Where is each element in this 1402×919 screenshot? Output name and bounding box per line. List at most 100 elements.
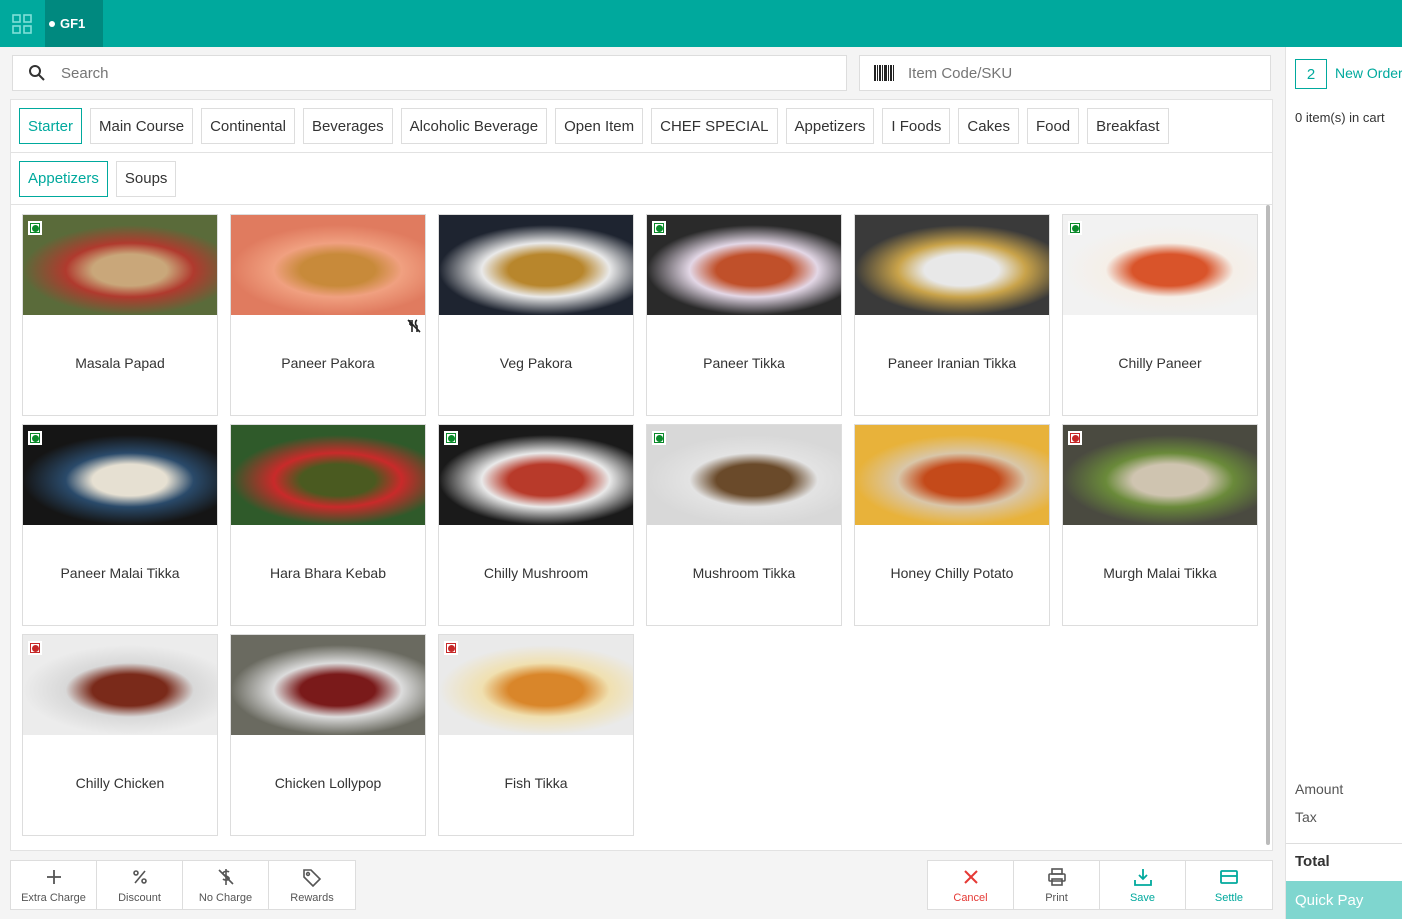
item-image xyxy=(231,215,425,315)
percent-icon xyxy=(130,867,150,887)
veg-indicator-icon xyxy=(652,221,666,235)
item-name: Mushroom Tikka xyxy=(692,565,796,581)
item-card-paneer-tikka[interactable]: Paneer Tikka xyxy=(646,214,842,416)
rewards-button[interactable]: Rewards xyxy=(269,861,355,909)
category-tab-chef-special[interactable]: CHEF SPECIAL xyxy=(651,108,778,144)
item-image xyxy=(439,635,633,735)
search-input[interactable] xyxy=(61,64,846,82)
button-label: Cancel xyxy=(953,891,988,904)
subcategory-tab-appetizers[interactable]: Appetizers xyxy=(19,160,108,197)
item-card-chilly-chicken[interactable]: Chilly Chicken xyxy=(22,634,218,836)
amount-label: Amount xyxy=(1295,781,1344,797)
sku-box[interactable] xyxy=(859,55,1271,91)
print-button[interactable]: Print xyxy=(1014,861,1100,909)
category-tab-alcoholic-beverage[interactable]: Alcoholic Beverage xyxy=(400,108,548,144)
item-image xyxy=(1063,425,1257,525)
item-card-hara-bhara-kebab[interactable]: Hara Bhara Kebab xyxy=(230,424,426,626)
button-label: Settle xyxy=(1214,891,1244,904)
items-area: Masala Papad Paneer Pakora Veg Pakora Panee… xyxy=(10,205,1273,851)
cancel-button[interactable]: Cancel xyxy=(928,861,1014,909)
item-card-chicken-lollypop[interactable]: Chicken Lollypop xyxy=(230,634,426,836)
cart-count: 0 item(s) in cart xyxy=(1295,110,1385,125)
item-image xyxy=(439,215,633,315)
item-card-fish-tikka[interactable]: Fish Tikka xyxy=(438,634,634,836)
discount-button[interactable]: Discount xyxy=(97,861,183,909)
category-tab-beverages[interactable]: Beverages xyxy=(302,108,393,144)
category-tab-i-foods[interactable]: I Foods xyxy=(882,108,951,144)
category-tab-appetizers[interactable]: Appetizers xyxy=(785,108,875,144)
total-label: Total xyxy=(1295,853,1330,870)
item-card-paneer-iranian-tikka[interactable]: Paneer Iranian Tikka xyxy=(854,214,1050,416)
item-image xyxy=(23,635,217,735)
item-name: Honey Chilly Potato xyxy=(890,565,1014,581)
barcode-icon xyxy=(860,64,908,82)
item-card-masala-papad[interactable]: Masala Papad xyxy=(22,214,218,416)
item-name: Chilly Mushroom xyxy=(483,565,589,581)
item-image xyxy=(647,425,841,525)
veg-indicator-icon xyxy=(28,221,42,235)
search-box[interactable] xyxy=(12,55,847,91)
tag-icon xyxy=(302,867,322,887)
search-icon xyxy=(13,64,61,82)
button-label: Extra Charge xyxy=(21,891,86,904)
item-image xyxy=(439,425,633,525)
item-image xyxy=(855,215,1049,315)
no-charge-button[interactable]: No Charge xyxy=(183,861,269,909)
item-image xyxy=(1063,215,1257,315)
item-name: Hara Bhara Kebab xyxy=(270,565,386,581)
category-tab-starter[interactable]: Starter xyxy=(19,108,83,144)
nonveg-indicator-icon xyxy=(444,641,458,655)
toolbar-left: Extra Charge Discount No Charge Rewards xyxy=(10,860,356,910)
item-name: Veg Pakora xyxy=(499,355,573,371)
close-icon xyxy=(961,867,981,887)
scrollbar[interactable] xyxy=(1266,205,1270,845)
divider xyxy=(1286,843,1402,844)
item-card-mushroom-tikka[interactable]: Mushroom Tikka xyxy=(646,424,842,626)
extra-charge-button[interactable]: Extra Charge xyxy=(11,861,97,909)
category-tab-cakes[interactable]: Cakes xyxy=(958,108,1019,144)
item-name: Chicken Lollypop xyxy=(274,775,382,791)
item-card-murgh-malai-tikka[interactable]: Murgh Malai Tikka xyxy=(1062,424,1258,626)
item-name: Chilly Chicken xyxy=(75,775,165,791)
category-tab-continental[interactable]: Continental xyxy=(201,108,295,144)
category-tab-food[interactable]: Food xyxy=(1026,108,1080,144)
tax-label: Tax xyxy=(1295,809,1317,825)
veg-indicator-icon xyxy=(1068,221,1082,235)
item-card-chilly-mushroom[interactable]: Chilly Mushroom xyxy=(438,424,634,626)
item-card-honey-chilly-potato[interactable]: Honey Chilly Potato xyxy=(854,424,1050,626)
category-tab-main-course[interactable]: Main Course xyxy=(90,108,194,144)
save-button[interactable]: Save xyxy=(1100,861,1186,909)
item-image xyxy=(231,425,425,525)
veg-indicator-icon xyxy=(652,431,666,445)
category-tab-breakfast[interactable]: Breakfast xyxy=(1087,108,1169,144)
button-label: Save xyxy=(1129,891,1156,904)
settle-button[interactable]: Settle xyxy=(1186,861,1272,909)
table-tab[interactable]: GF1 xyxy=(45,0,103,47)
item-card-chilly-paneer[interactable]: Chilly Paneer xyxy=(1062,214,1258,416)
no-cutlery-icon xyxy=(407,319,421,336)
download-icon xyxy=(1133,867,1153,887)
sku-input[interactable] xyxy=(908,64,1270,82)
table-label: GF1 xyxy=(60,16,86,31)
order-number-badge[interactable]: 2 xyxy=(1295,59,1327,89)
cart-panel: 2 New Order 0 item(s) in cart Amount Tax… xyxy=(1285,47,1402,919)
plus-icon xyxy=(44,867,64,887)
new-order-button[interactable]: New Order xyxy=(1335,65,1402,81)
item-card-veg-pakora[interactable]: Veg Pakora xyxy=(438,214,634,416)
apps-grid-icon[interactable] xyxy=(0,0,44,47)
item-card-paneer-pakora[interactable]: Paneer Pakora xyxy=(230,214,426,416)
category-tab-open-item[interactable]: Open Item xyxy=(555,108,644,144)
item-name: Paneer Pakora xyxy=(281,355,375,371)
subcategory-tab-soups[interactable]: Soups xyxy=(115,160,177,197)
category-bar: Starter Main Course Continental Beverages Al… xyxy=(10,99,1273,153)
card-icon xyxy=(1219,867,1239,887)
nonveg-indicator-icon xyxy=(1068,431,1082,445)
no-charge-icon xyxy=(216,867,236,887)
quick-pay-button[interactable]: Quick Pay xyxy=(1286,881,1402,919)
button-label: No Charge xyxy=(198,891,253,904)
top-bar: GF1 xyxy=(0,0,1402,47)
button-label: Rewards xyxy=(290,891,334,904)
item-card-paneer-malai-tikka[interactable]: Paneer Malai Tikka xyxy=(22,424,218,626)
item-name: Murgh Malai Tikka xyxy=(1103,565,1217,581)
item-image xyxy=(231,635,425,735)
